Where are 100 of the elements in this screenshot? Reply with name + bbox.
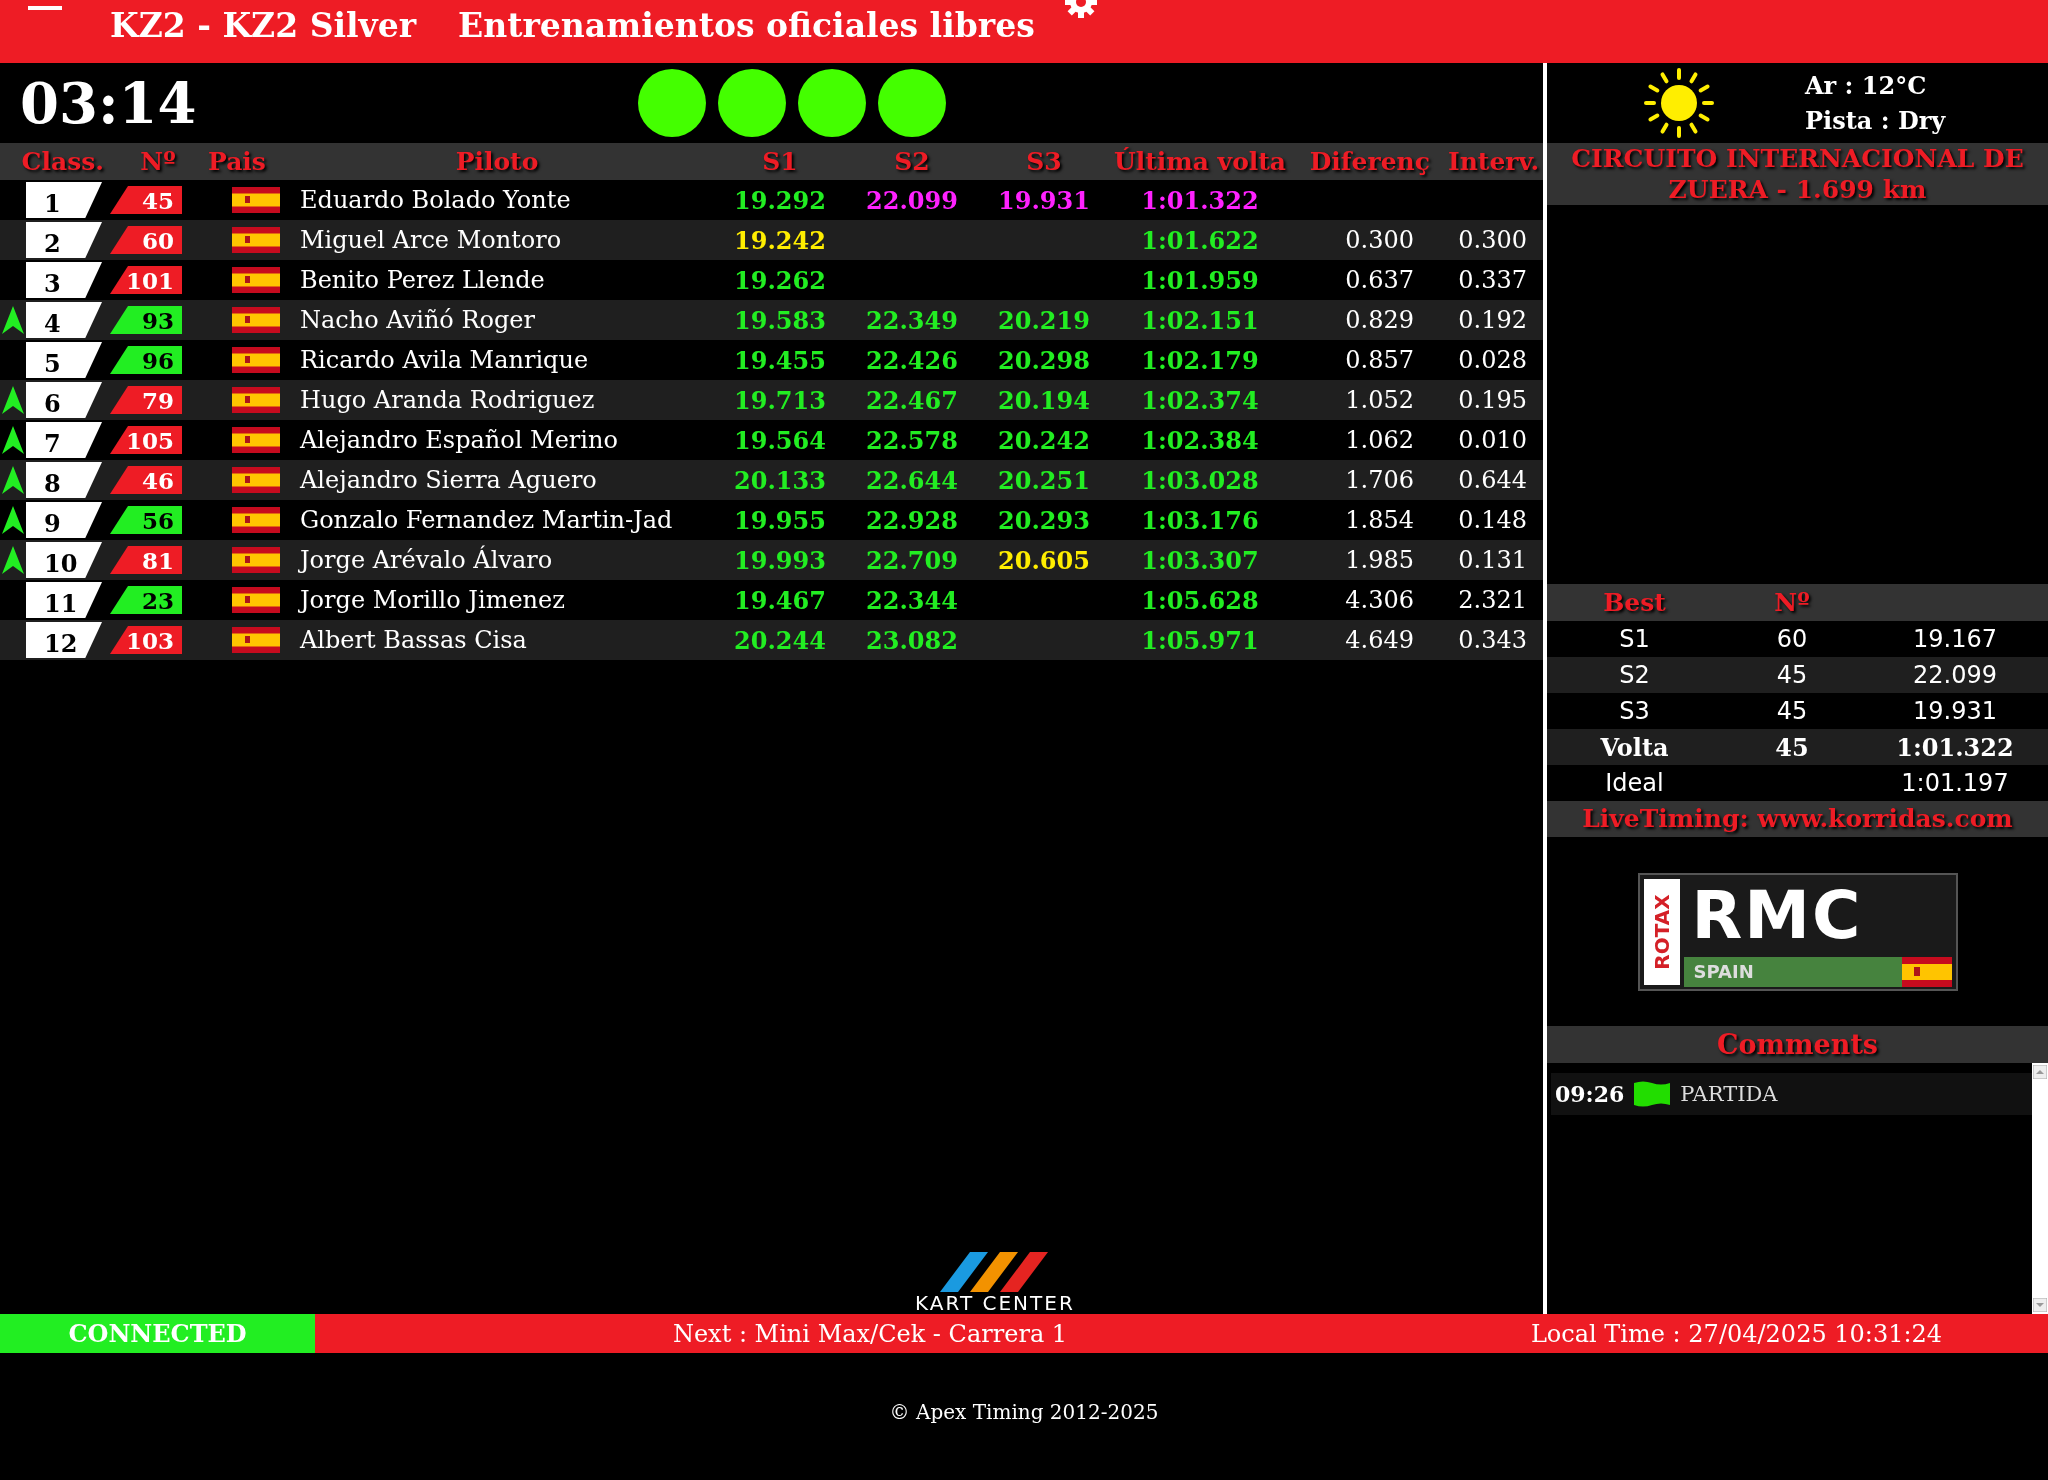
scroll-up-icon[interactable] <box>2033 1065 2047 1079</box>
local-time: Local Time : 27/04/2025 10:31:24 <box>1529 1319 1944 1348</box>
kart-number: 101 <box>110 266 182 294</box>
interval-time: 0.131 <box>1458 546 1527 574</box>
best-label: S1 <box>1618 625 1651 653</box>
driver-name: Albert Bassas Cisa <box>299 625 528 656</box>
kart-number: 103 <box>110 626 182 654</box>
last-lap-time: 1:01.322 <box>1141 185 1259 215</box>
sector-time: 19.467 <box>734 585 826 615</box>
session-timer: 03:14 <box>20 70 198 136</box>
last-lap-time: 1:02.384 <box>1141 425 1259 455</box>
sponsor-logo: ROTAX RMC SPAIN <box>1637 872 1958 991</box>
category-title: KZ2 - KZ2 Silver <box>110 6 417 45</box>
last-lap-time: 1:03.176 <box>1141 505 1259 535</box>
kart-number: 23 <box>110 586 182 614</box>
position-label: 6 <box>26 382 102 418</box>
driver-name: Alejandro Español Merino <box>299 425 619 456</box>
sector-time: 19.262 <box>734 265 826 295</box>
driver-name: Jorge Arévalo Álvaro <box>297 544 554 576</box>
next-session: Next : Mini Max/Cek - Carrera 1 <box>671 1319 1069 1348</box>
position-label: 5 <box>26 342 102 378</box>
comment-text: PARTIDA <box>1680 1082 1778 1106</box>
kart-number: 105 <box>110 426 182 454</box>
driver-name: Jorge Morillo Jimenez <box>297 585 566 616</box>
position-label: 10 <box>26 542 102 578</box>
interval-time: 0.195 <box>1458 386 1527 414</box>
kart-number: 93 <box>110 306 182 334</box>
last-lap-time: 1:03.307 <box>1141 545 1259 575</box>
column-header[interactable]: Interv. <box>1430 147 1543 176</box>
gap-time: 1.985 <box>1345 546 1414 574</box>
best-label: S3 <box>1618 697 1651 725</box>
interval-time: 0.148 <box>1458 506 1527 534</box>
column-header[interactable]: Nº <box>108 147 208 176</box>
column-header: Best <box>1602 588 1667 617</box>
spain-flag-icon <box>232 427 280 453</box>
column-header[interactable]: Pais <box>208 147 280 176</box>
sun-icon <box>1643 67 1715 139</box>
settings-icon[interactable] <box>1062 0 1099 20</box>
spain-flag-icon <box>232 347 280 373</box>
sector-time: 19.955 <box>734 505 826 535</box>
spain-flag-icon <box>232 587 280 613</box>
sector-time: 22.709 <box>866 545 958 575</box>
best-time: 1:01.197 <box>1900 769 2010 797</box>
interval-time: 0.028 <box>1458 346 1527 374</box>
circuit-name: CIRCUITO INTERNACIONAL DE ZUERA - 1.699 km <box>1547 143 2048 205</box>
best-label: S2 <box>1618 661 1651 689</box>
position-label: 9 <box>26 502 102 538</box>
column-header[interactable]: Class. <box>0 147 108 176</box>
copyright-text: © Apex Timing 2012-2025 <box>889 1399 1159 1424</box>
best-time: 1:01.322 <box>1895 732 2015 762</box>
interval-time: 0.343 <box>1458 626 1527 654</box>
spain-flag-icon <box>232 227 280 253</box>
column-header[interactable]: Diferenç <box>1290 147 1430 176</box>
column-header[interactable]: S2 <box>846 147 978 176</box>
last-lap-time: 1:01.959 <box>1141 265 1259 295</box>
sector-time: 22.467 <box>866 385 958 415</box>
gap-time: 1.706 <box>1345 466 1414 494</box>
column-header[interactable]: Piloto <box>280 147 714 176</box>
scroll-down-icon[interactable] <box>2033 1298 2047 1312</box>
gap-time: 0.637 <box>1345 266 1414 294</box>
gap-time: 0.300 <box>1345 226 1414 254</box>
last-lap-time: 1:02.374 <box>1141 385 1259 415</box>
spain-flag-icon <box>232 507 280 533</box>
sector-time: 20.298 <box>998 345 1090 375</box>
position-label: 1 <box>26 182 102 218</box>
sector-time: 22.578 <box>866 425 958 455</box>
position-label: 3 <box>26 262 102 298</box>
last-lap-time: 1:01.622 <box>1141 225 1259 255</box>
sector-time: 22.099 <box>866 185 958 215</box>
column-header[interactable]: Última volta <box>1110 147 1290 176</box>
spain-flag-icon <box>232 467 280 493</box>
best-label: Volta <box>1599 732 1670 762</box>
sector-time: 20.133 <box>734 465 826 495</box>
kart-number: 60 <box>1776 625 1808 653</box>
connection-status: CONNECTED <box>0 1314 315 1353</box>
live-timing-link[interactable]: LiveTiming: www.korridas.com <box>1547 801 2048 837</box>
sector-time: 20.242 <box>998 425 1090 455</box>
sector-time: 19.931 <box>998 185 1090 215</box>
spain-flag-icon <box>232 627 280 653</box>
last-lap-time: 1:02.179 <box>1141 345 1259 375</box>
spain-flag-icon <box>232 547 280 573</box>
best-time: 19.167 <box>1912 625 1998 653</box>
driver-name: Nacho Aviñó Roger <box>299 305 536 336</box>
interval-time: 0.300 <box>1458 226 1527 254</box>
sector-time: 20.605 <box>998 545 1090 575</box>
kart-number: 45 <box>110 186 182 214</box>
gap-time: 1.052 <box>1345 386 1414 414</box>
kart-number: 45 <box>1775 732 1809 762</box>
best-label: Ideal <box>1604 769 1665 797</box>
position-label: 8 <box>26 462 102 498</box>
sector-time: 22.426 <box>866 345 958 375</box>
comments-title: Comments <box>1547 1026 2048 1063</box>
sector-time: 19.583 <box>734 305 826 335</box>
gap-time: 0.857 <box>1345 346 1414 374</box>
kart-number: 56 <box>110 506 182 534</box>
column-header[interactable]: S1 <box>714 147 846 176</box>
position-label: 2 <box>26 222 102 258</box>
best-time: 22.099 <box>1912 661 1998 689</box>
column-header[interactable]: S3 <box>978 147 1110 176</box>
scrollbar[interactable] <box>2032 1063 2048 1314</box>
